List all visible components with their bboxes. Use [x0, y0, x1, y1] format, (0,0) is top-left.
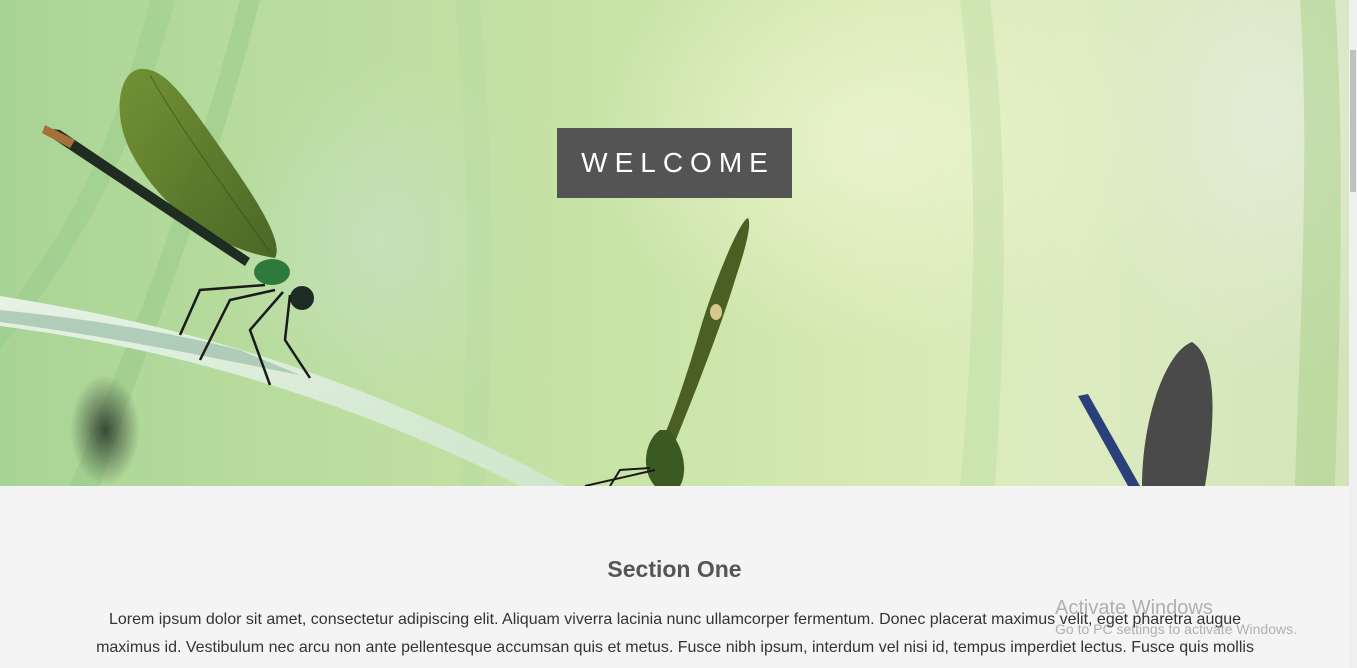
vertical-scrollbar[interactable]: [1349, 0, 1357, 668]
welcome-text: WELCOME: [581, 147, 775, 178]
section-body: Lorem ipsum dolor sit amet, consectetur …: [96, 611, 1254, 668]
welcome-banner: WELCOME: [557, 128, 792, 198]
section-one: Section One Lorem ipsum dolor sit amet, …: [0, 486, 1349, 668]
hero-banner: WELCOME: [0, 0, 1349, 486]
scrollbar-thumb[interactable]: [1350, 50, 1356, 192]
section-title: Section One: [607, 556, 742, 582]
page: WELCOME Section One Lorem ipsum dolor si…: [0, 0, 1349, 668]
dragonfly-photo: [0, 0, 1341, 486]
